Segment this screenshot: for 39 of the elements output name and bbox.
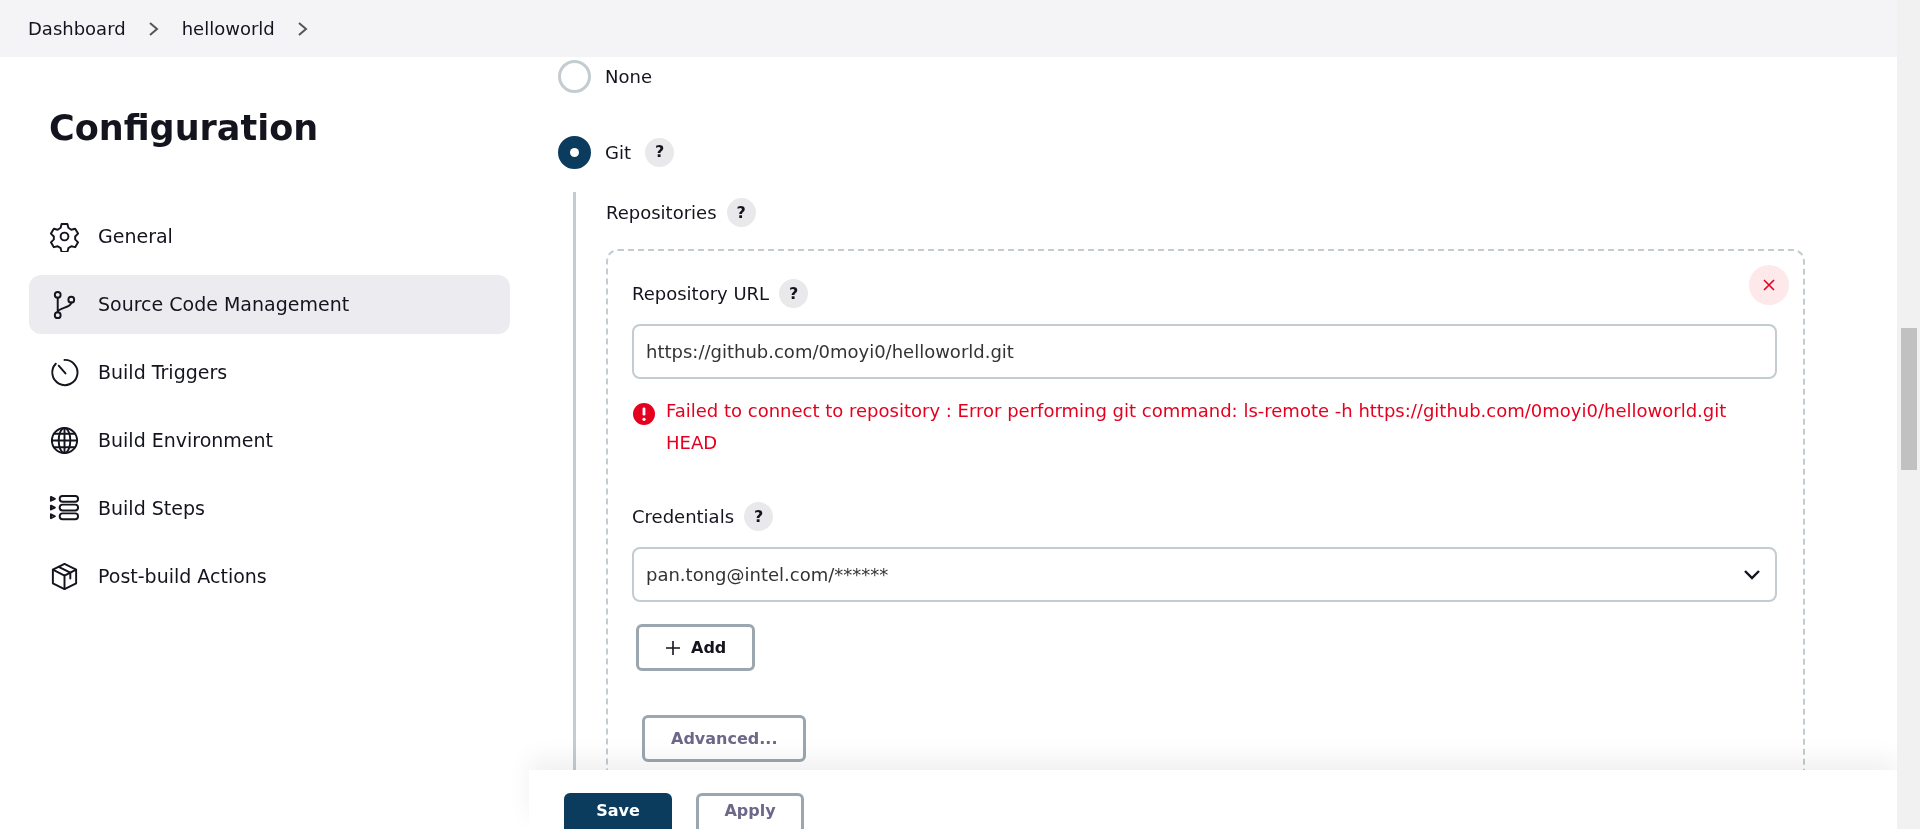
sidebar-item[interactable]: Build Environment <box>29 411 510 470</box>
field-label: Credentials <box>632 505 735 529</box>
save-button[interactable]: Save <box>564 793 672 829</box>
sidebar-item[interactable]: Source Code Management <box>29 275 510 334</box>
help-button[interactable]: ? <box>645 137 674 167</box>
url-field[interactable]: https://github.com/0moyi0/helloworld.git <box>632 324 1777 379</box>
help-button[interactable]: ? <box>726 198 756 227</box>
package-icon <box>49 561 80 592</box>
credentials-select[interactable]: pan.tong@intel.com/****** <box>632 547 1777 602</box>
help-button[interactable]: ? <box>744 502 774 531</box>
sidebar-item[interactable]: Post-build Actions <box>29 547 510 606</box>
advanced-button[interactable]: Advanced... <box>642 715 807 762</box>
sidebar-item[interactable]: Build Triggers <box>29 343 510 402</box>
plus-icon <box>665 639 681 656</box>
scrollbar[interactable] <box>1897 0 1920 829</box>
apply-button[interactable]: Apply <box>696 793 804 829</box>
close-button[interactable] <box>1749 265 1789 305</box>
sidebar-item[interactable]: General <box>29 207 510 266</box>
option-label: Git <box>605 140 631 165</box>
add-button[interactable]: Add <box>636 624 756 671</box>
option-label: None <box>605 64 652 89</box>
chevron-icon <box>296 19 309 38</box>
field-label: Repositories <box>606 201 717 225</box>
gear-icon <box>49 221 80 252</box>
scrollbar-thumb[interactable] <box>1901 328 1917 470</box>
radio-button[interactable] <box>558 135 591 169</box>
timer-icon <box>49 357 80 388</box>
error-message: Failed to connect to repository : Error performing git command: ls-remote -h https://github.com/0moyi0/helloworld.git HEAD <box>666 399 1728 455</box>
globe-icon <box>49 425 80 456</box>
help-button[interactable]: ? <box>779 279 809 308</box>
field-label: Repository URL <box>632 282 770 306</box>
close-icon <box>1762 278 1776 292</box>
page-title: Configuration <box>49 107 320 149</box>
chevron-down-icon <box>1743 568 1761 581</box>
breadcrumb-link[interactable]: helloworld <box>181 15 275 42</box>
breadcrumb-link[interactable]: Dashboard <box>28 15 126 42</box>
error-icon <box>632 402 656 426</box>
sidebar-item[interactable]: Build Steps <box>29 479 510 538</box>
chevron-icon <box>147 19 160 38</box>
